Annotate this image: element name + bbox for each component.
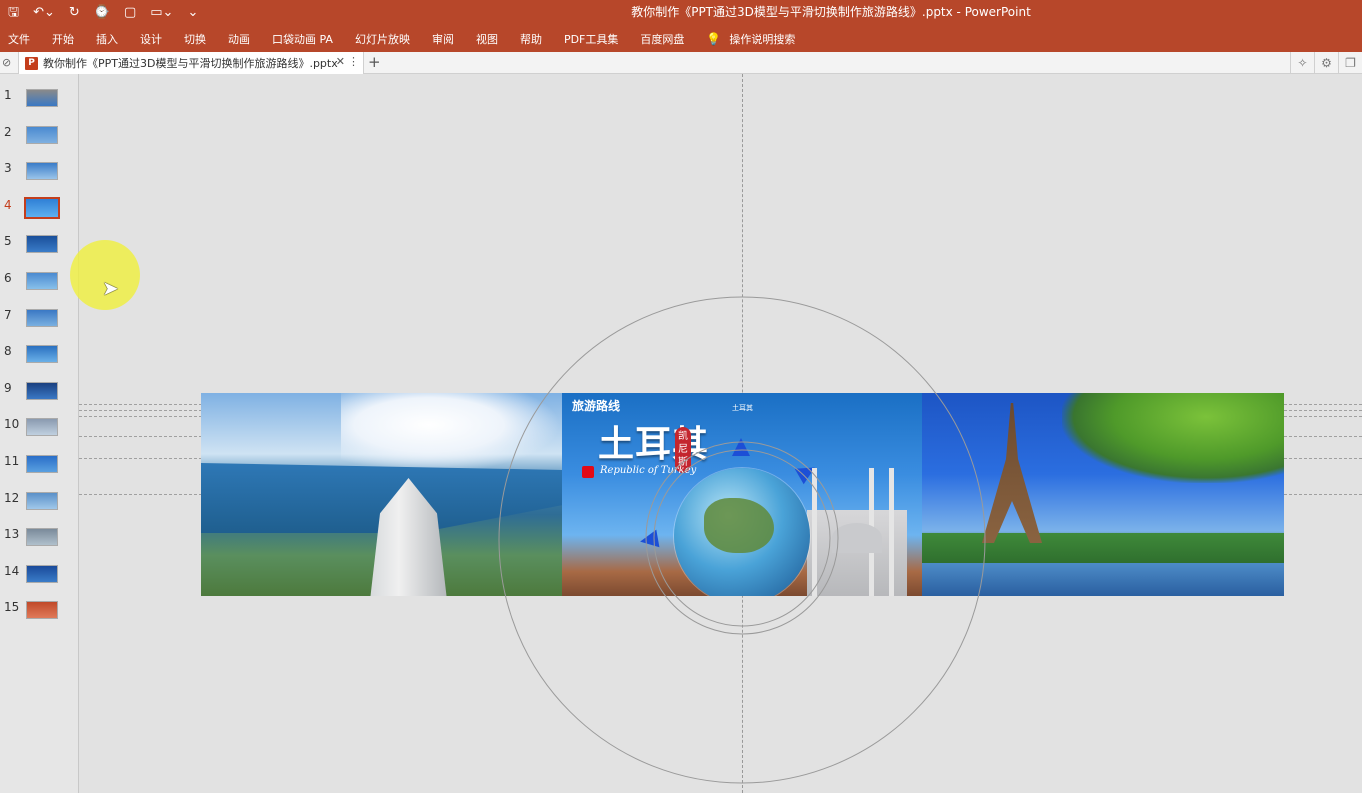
slide-image-paris[interactable] (922, 393, 1284, 596)
slide-number: 14 (4, 563, 20, 578)
minaret-shape (812, 468, 817, 596)
slide-thumbnail[interactable]: 1 (0, 86, 79, 110)
section-heading: 土耳其 (732, 404, 753, 412)
slide-thumbnail[interactable]: 4 (0, 196, 79, 220)
slide-thumbnail[interactable]: 8 (0, 342, 79, 366)
dome-shape (832, 523, 882, 553)
slide-thumbnail-image (26, 418, 58, 437)
window-title: 教你制作《PPT通过3D模型与平滑切换制作旅游路线》.pptx - PowerP… (631, 5, 1031, 19)
slide-number: 11 (4, 454, 20, 468)
slide-number: 4 (4, 197, 12, 212)
tab-animations[interactable]: 动画 (228, 31, 250, 47)
slide-thumbnail-image (26, 308, 58, 327)
gear-icon[interactable]: ⚙ (1314, 52, 1338, 74)
tab-transitions[interactable]: 切换 (184, 31, 206, 47)
slide-thumbnail-image (24, 196, 60, 219)
pin-icon[interactable]: ✧ (1290, 52, 1314, 74)
slide-thumbnail-image (26, 455, 58, 473)
paper-plane-icon (638, 529, 660, 551)
close-icon[interactable]: ✕ (336, 55, 345, 68)
slide-thumbnail[interactable]: 7 (0, 306, 79, 330)
slide-thumbnail-image (26, 381, 58, 400)
slide-thumbnail-image (26, 89, 58, 107)
powerpoint-icon: P (25, 56, 38, 70)
slide-number: 13 (4, 527, 20, 542)
slide-thumbnail-image (26, 162, 58, 181)
slide-image-coast[interactable] (201, 393, 563, 596)
slide-thumbnail-image (26, 235, 58, 254)
tab-view[interactable]: 视图 (476, 31, 498, 47)
slide-thumbnail-image (26, 564, 58, 583)
lightbulb-icon[interactable]: 💡 (706, 32, 721, 46)
slide-thumbnail-image (26, 125, 58, 144)
slide-number: 6 (4, 271, 12, 285)
ribbon-tabs: 文件 开始 插入 设计 切换 动画 口袋动画 PA 幻灯片放映 审阅 视图 帮助… (0, 26, 1362, 52)
minaret-shape (889, 468, 894, 596)
slide-thumbnail-image (26, 601, 58, 620)
slide-number: 9 (4, 380, 12, 395)
slide-thumbnail[interactable]: 5 (0, 232, 79, 256)
slide-thumbnail-image (26, 272, 58, 290)
slide-thumbnail-image (26, 345, 58, 364)
slide-thumbnail[interactable]: 3 (0, 159, 79, 183)
tab-help[interactable]: 帮助 (520, 31, 542, 47)
tab-home[interactable]: 开始 (52, 31, 74, 47)
slide-thumbnail-image (26, 528, 58, 547)
tab-file[interactable]: 文件 (8, 31, 30, 47)
slide-thumbnail-image (26, 491, 58, 510)
restore-window-icon[interactable]: ❐ (1338, 52, 1362, 74)
tab-strip-actions: ✧ ⚙ ❐ (1290, 52, 1362, 74)
paper-plane-icon (732, 438, 750, 456)
country-title: 土耳其 (598, 424, 710, 465)
slide-image-turkey[interactable]: 旅游路线 土耳其 凯尼斯 Republic of Turkey 土耳其 (562, 393, 923, 596)
tab-review[interactable]: 审阅 (432, 31, 454, 47)
turkey-flag-icon (582, 466, 594, 478)
slide-thumbnail[interactable]: 6 (0, 269, 79, 293)
more-icon[interactable]: ⋮ (348, 55, 359, 68)
mouse-pointer-icon: ➤ (102, 276, 119, 300)
slide-number: 2 (4, 124, 12, 139)
republic-text: Republic of Turkey (600, 465, 697, 476)
slide-thumbnail[interactable]: 12 (0, 489, 79, 513)
eiffel-tower-shape (982, 403, 1042, 543)
slide-number: 3 (4, 161, 12, 176)
document-tab-strip: ⊘ P 教你制作《PPT通过3D模型与平滑切换制作旅游路线》.pptx ✕ ⋮ … (0, 52, 1362, 74)
slide-thumbnail[interactable]: 2 (0, 123, 79, 147)
tab-slideshow[interactable]: 幻灯片放映 (355, 31, 410, 47)
sidebar-toggle-icon[interactable]: ⊘ (2, 56, 11, 69)
tab-design[interactable]: 设计 (140, 31, 162, 47)
tab-baidu-netdisk[interactable]: 百度网盘 (640, 31, 684, 47)
slide-number: 7 (4, 307, 12, 322)
tab-pocket-animation[interactable]: 口袋动画 PA (272, 31, 333, 47)
slide-number: 1 (4, 88, 12, 102)
new-tab-button[interactable]: + (368, 53, 381, 71)
slide-thumbnails-pane: 1 2 3 4 5 6 7 8 9 10 11 12 13 14 15 (0, 74, 79, 793)
slide-number: 10 (4, 417, 20, 432)
slide-number: 15 (4, 600, 20, 615)
globe-3d-model[interactable] (674, 468, 810, 596)
slide-thumbnail[interactable]: 14 (0, 562, 79, 586)
title-bar: 🖫 ↶⌄ ↻ ⌚ ▢ ▭⌄ ⌄ 教你制作《PPT通过3D模型与平滑切换制作旅游路… (0, 0, 1362, 26)
slide-thumbnail[interactable]: 13 (0, 525, 79, 549)
tab-pdf-tools[interactable]: PDF工具集 (564, 31, 618, 47)
tree-foliage-shape (1062, 393, 1284, 483)
river-shape (922, 563, 1284, 596)
slide-thumbnail[interactable]: 11 (0, 452, 79, 476)
riverbank-shape (922, 533, 1284, 563)
document-tab[interactable]: P 教你制作《PPT通过3D模型与平滑切换制作旅游路线》.pptx ✕ ⋮ (18, 52, 364, 74)
slide-thumbnail[interactable]: 15 (0, 598, 79, 622)
continent-shape (704, 498, 774, 553)
slide-number: 12 (4, 490, 20, 505)
slide-thumbnail[interactable]: 9 (0, 379, 79, 403)
tell-me-search[interactable]: 操作说明搜索 (729, 31, 795, 47)
route-title: 旅游路线 (572, 399, 621, 413)
slide-number: 5 (4, 234, 12, 249)
slide-thumbnail[interactable]: 10 (0, 415, 79, 439)
clouds-shape (341, 393, 561, 473)
document-tab-label: 教你制作《PPT通过3D模型与平滑切换制作旅游路线》.pptx (43, 57, 338, 70)
tab-insert[interactable]: 插入 (96, 31, 118, 47)
mosque-shape (807, 453, 907, 596)
slide-number: 8 (4, 344, 12, 359)
